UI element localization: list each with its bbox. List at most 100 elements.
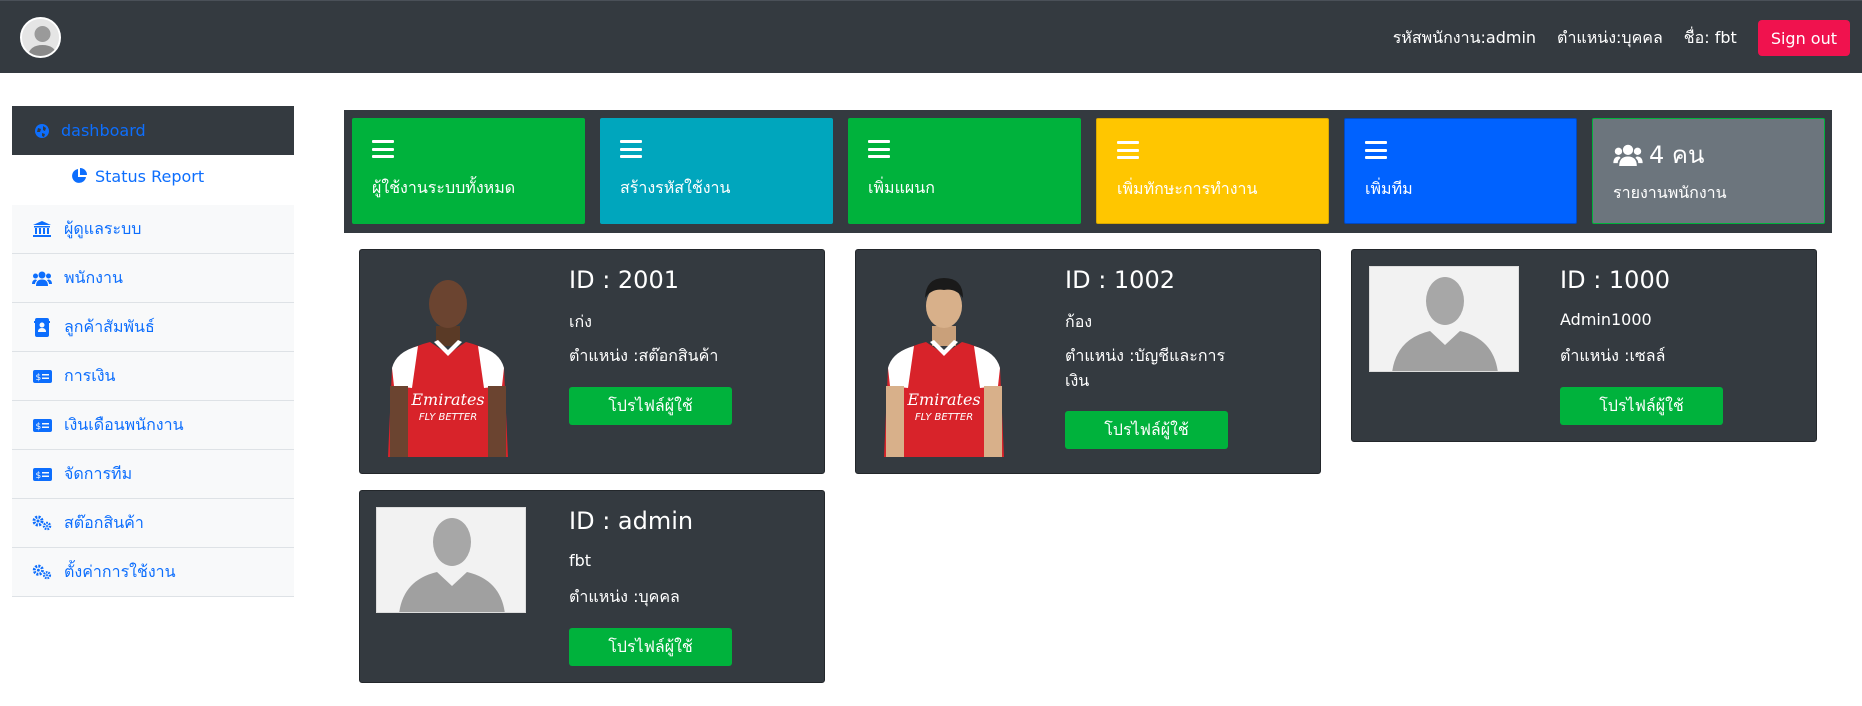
- employee-name: fbt: [569, 551, 592, 570]
- sidebar-item-label: การเงิน: [64, 365, 116, 385]
- employee-id: ID : 1002: [1065, 266, 1175, 294]
- employee-position-line: ตำแหน่ง :บัญชีและการ: [1065, 346, 1226, 365]
- profile-button[interactable]: โปรไฟล์ผู้ใช้: [1560, 387, 1723, 425]
- user-name-text: ชื่อ: fbt: [1683, 27, 1737, 47]
- employee-id: ID : 1000: [1560, 266, 1670, 294]
- stat-tile-label: สร้างรหัสใช้งาน: [620, 178, 731, 197]
- sidebar-item-label: dashboard: [61, 121, 146, 140]
- hamburger-icon: [868, 140, 890, 158]
- employee-position-line: ตำแหน่ง :สต๊อกสินค้า: [569, 346, 719, 365]
- stat-tile-create-account[interactable]: สร้างรหัสใช้งาน: [600, 118, 833, 224]
- stat-tile-label: เพิ่มแผนก: [868, 178, 935, 197]
- sidebar-item-label: เงินเดือนพนักงาน: [64, 414, 184, 434]
- avatar-placeholder-icon: [1370, 267, 1518, 371]
- svg-text:$: $: [35, 373, 41, 383]
- contact-book-icon: [32, 317, 52, 337]
- stat-tile-label: เพิ่มทักษะการทำงาน: [1117, 179, 1258, 198]
- hamburger-icon: [372, 140, 394, 158]
- money-card-icon: $: [32, 418, 52, 432]
- sign-out-button[interactable]: Sign out: [1757, 20, 1850, 56]
- stat-tile-add-team[interactable]: เพิ่มทีม: [1344, 118, 1577, 224]
- sidebar-item-finance[interactable]: $ การเงิน: [12, 352, 294, 401]
- employee-position: ตำแหน่ง :สต๊อกสินค้า: [569, 343, 718, 368]
- pie-chart-icon: [69, 168, 89, 184]
- gears-icon: [32, 563, 52, 581]
- svg-text:Emirates: Emirates: [410, 390, 484, 409]
- profile-button[interactable]: โปรไฟล์ผู้ใช้: [1065, 411, 1228, 449]
- employee-card: Emirates FLY BETTER ID : 1002 ก้อง ตำแหน…: [855, 249, 1321, 474]
- users-icon: [32, 271, 52, 286]
- sidebar-item-label: ลูกค้าสัมพันธ์: [64, 316, 155, 336]
- employee-photo: [376, 507, 526, 613]
- svg-text:FLY BETTER: FLY BETTER: [419, 412, 477, 423]
- avatar-placeholder-icon: [377, 508, 525, 612]
- sidebar-item-employees[interactable]: พนักงาน: [12, 254, 294, 303]
- top-navbar: รหัสพนักงาน:admin ตำแหน่ง:บุคคล ชื่อ: fb…: [0, 0, 1862, 73]
- sidebar-item-label: จัดการทีม: [64, 463, 133, 483]
- svg-text:$: $: [35, 422, 41, 432]
- stat-tile-add-skill[interactable]: เพิ่มทักษะการทำงาน: [1096, 118, 1329, 224]
- sidebar-item-label: ตั้งค่าการใช้งาน: [64, 561, 176, 581]
- stat-tile-label: รายงานพนักงาน: [1613, 183, 1727, 202]
- svg-text:FLY BETTER: FLY BETTER: [915, 412, 973, 423]
- player-photo-icon: Emirates FLY BETTER: [876, 268, 1012, 457]
- employee-id-text: รหัสพนักงาน:admin: [1392, 27, 1537, 47]
- sidebar-item-settings[interactable]: ตั้งค่าการใช้งาน: [12, 548, 294, 597]
- employee-position: ตำแหน่ง :บุคคล: [569, 584, 680, 609]
- employee-name: เก่ง: [569, 312, 592, 331]
- profile-button[interactable]: โปรไฟล์ผู้ใช้: [569, 628, 732, 666]
- stat-tile-all-users[interactable]: ผู้ใช้งานระบบทั้งหมด: [352, 118, 585, 224]
- player-photo-icon: Emirates FLY BETTER: [378, 268, 518, 457]
- stat-tile-employee-report[interactable]: 4 คน รายงานพนักงาน: [1592, 118, 1825, 224]
- sidebar-item-stock[interactable]: สต๊อกสินค้า: [12, 499, 294, 548]
- hamburger-icon: [1117, 141, 1139, 159]
- employee-id: ID : 2001: [569, 266, 679, 294]
- employee-position-line: เงิน: [1065, 371, 1090, 390]
- globe-icon: [32, 123, 52, 139]
- employee-photo: [1369, 266, 1519, 372]
- sidebar-item-label: Status Report: [95, 166, 205, 186]
- sidebar-item-label: สต๊อกสินค้า: [64, 512, 144, 532]
- hamburger-icon: [620, 140, 642, 158]
- employee-position: ตำแหน่ง :เซลล์: [1560, 343, 1665, 368]
- stat-tile-add-department[interactable]: เพิ่มแผนก: [848, 118, 1081, 224]
- sidebar-menu-list: ผู้ดูแลระบบ พนักงาน ลูกค้าสัมพันธ์ $ การ…: [12, 205, 294, 597]
- avatar-person-icon: [22, 19, 59, 56]
- bank-icon: [32, 221, 52, 237]
- employee-count: 4 คน: [1613, 141, 1804, 169]
- employee-position-line: ตำแหน่ง :เซลล์: [1560, 346, 1666, 365]
- stat-tile-label: เพิ่มทีม: [1365, 179, 1413, 198]
- employee-count-value: 4 คน: [1649, 141, 1705, 169]
- money-card-icon: $: [32, 369, 52, 383]
- sidebar-item-admin[interactable]: ผู้ดูแลระบบ: [12, 205, 294, 254]
- sidebar-item-customer-relations[interactable]: ลูกค้าสัมพันธ์: [12, 303, 294, 352]
- user-info: รหัสพนักงาน:admin ตำแหน่ง:บุคคล ชื่อ: fb…: [1393, 20, 1850, 56]
- sidebar-item-payroll[interactable]: $ เงินเดือนพนักงาน: [12, 401, 294, 450]
- sidebar-item-label: พนักงาน: [64, 267, 123, 287]
- employee-id: ID : admin: [569, 507, 694, 535]
- money-card-icon: $: [32, 467, 52, 481]
- employee-card: Emirates FLY BETTER ID : 2001 เก่ง ตำแหน…: [359, 249, 825, 474]
- sidebar: dashboard Status Report ผู้ดูแลระบบ พนัก…: [12, 106, 294, 597]
- sidebar-item-dashboard[interactable]: dashboard: [12, 106, 294, 155]
- users-icon: [1613, 144, 1643, 166]
- sidebar-item-status-report[interactable]: Status Report: [12, 155, 294, 197]
- stat-tiles-bar: ผู้ใช้งานระบบทั้งหมด สร้างรหัสใช้งาน เพิ…: [344, 110, 1832, 233]
- employee-card: ID : 1000 Admin1000 ตำแหน่ง :เซลล์ โปรไฟ…: [1351, 249, 1817, 442]
- employee-position: ตำแหน่ง :บัญชีและการ เงิน: [1065, 343, 1225, 393]
- gears-icon: [32, 515, 52, 531]
- sidebar-item-team-management[interactable]: $ จัดการทีม: [12, 450, 294, 499]
- stat-tile-label: ผู้ใช้งานระบบทั้งหมด: [372, 178, 516, 197]
- employee-name: ก้อง: [1065, 312, 1093, 331]
- position-text: ตำแหน่ง:บุคคล: [1557, 27, 1663, 47]
- profile-button[interactable]: โปรไฟล์ผู้ใช้: [569, 387, 732, 425]
- employee-name: Admin1000: [1560, 310, 1652, 329]
- user-avatar[interactable]: [20, 17, 61, 58]
- employee-position-line: ตำแหน่ง :บุคคล: [569, 587, 680, 606]
- hamburger-icon: [1365, 141, 1387, 159]
- svg-text:Emirates: Emirates: [906, 390, 980, 409]
- svg-text:$: $: [35, 471, 41, 481]
- sidebar-item-label: ผู้ดูแลระบบ: [64, 218, 142, 238]
- employee-photo: Emirates FLY BETTER: [378, 268, 518, 457]
- employee-card: ID : admin fbt ตำแหน่ง :บุคคล โปรไฟล์ผู้…: [359, 490, 825, 683]
